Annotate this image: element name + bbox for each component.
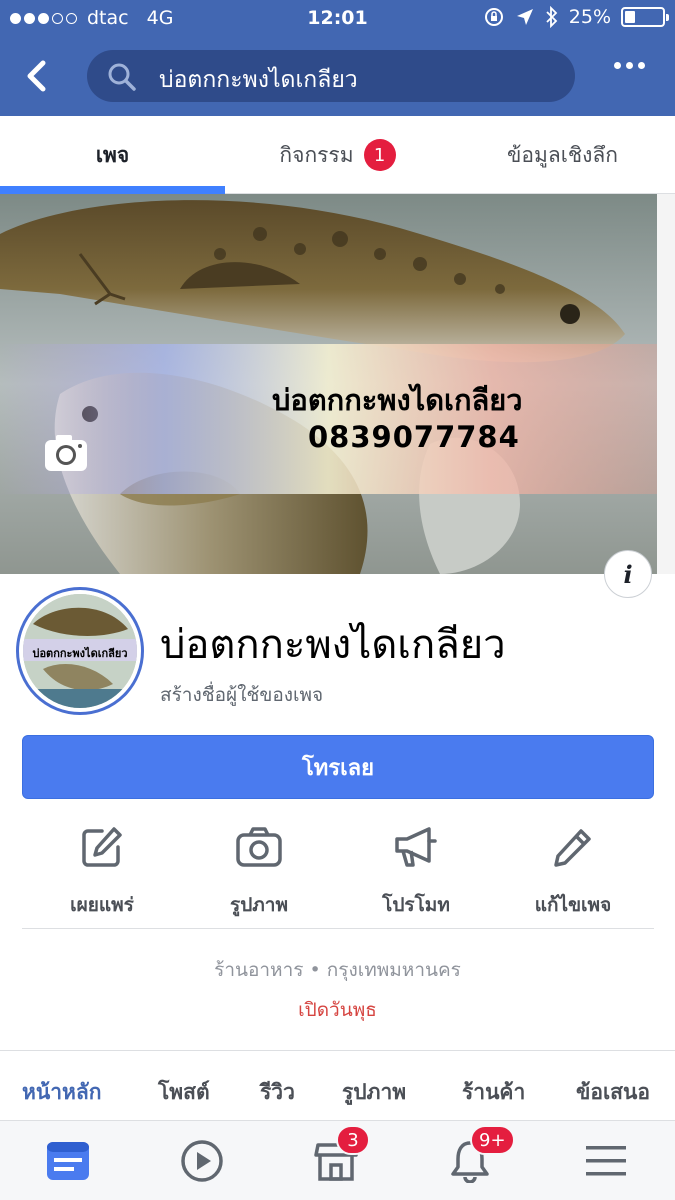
edit-page-label: แก้ไขเพจ — [534, 894, 612, 916]
news-feed-icon — [47, 1142, 89, 1180]
open-status: เปิดวันพุธ — [298, 999, 377, 1021]
notifications-tab[interactable]: 9+ — [444, 1125, 515, 1187]
tab-photos[interactable]: รูปภาพ — [342, 1076, 406, 1109]
pencil-icon — [554, 829, 591, 867]
category-location: ร้านอาหาร • กรุงเทพมหานคร — [214, 959, 461, 981]
chevron-left-icon — [27, 60, 46, 92]
tab-insights-label: ข้อมูลเชิงลึก — [507, 142, 618, 167]
marketplace-badge: 3 — [336, 1125, 370, 1155]
location-icon — [516, 9, 533, 25]
bluetooth-icon — [546, 6, 558, 28]
camera-icon[interactable] — [44, 434, 88, 472]
status-bar: dtac 4G 12:01 25% — [0, 0, 675, 40]
create-username-link[interactable]: สร้างชื่อผู้ใช้ของเพจ — [160, 680, 323, 710]
cover-edge — [657, 194, 675, 574]
divider — [22, 928, 654, 929]
page-admin-tabs: เพจ กิจกรรม 1 ข้อมูลเชิงลึก — [0, 116, 675, 194]
marketplace-tab[interactable]: 3 — [310, 1125, 370, 1187]
megaphone-icon — [395, 827, 437, 867]
notifications-badge: 9+ — [470, 1125, 515, 1155]
cover-photo[interactable]: บ่อตกกะพงไดเกลียว 0839077784 — [0, 194, 675, 574]
tab-insights[interactable]: ข้อมูลเชิงลึก — [450, 116, 675, 194]
tab-posts[interactable]: โพสต์ — [158, 1076, 210, 1109]
call-now-button[interactable]: โทรเลย — [22, 735, 654, 799]
publish-label: เผยแพร่ — [70, 894, 134, 916]
search-bar[interactable]: บ่อตกกะพงไดเกลียว — [87, 50, 575, 102]
more-options-button[interactable] — [614, 62, 645, 69]
active-tab-indicator — [0, 186, 225, 194]
battery-icon — [621, 7, 669, 27]
avatar[interactable]: บ่อตกกะพงไดเกลียว — [16, 587, 144, 715]
tab-home[interactable]: หน้าหลัก — [22, 1076, 101, 1109]
rotation-lock-icon — [484, 8, 503, 26]
cover-phone: 0839077784 — [308, 420, 520, 454]
info-button[interactable]: i — [604, 550, 652, 598]
divider — [0, 1050, 675, 1051]
promote-button[interactable]: โปรโมท — [336, 816, 496, 926]
tab-reviews[interactable]: รีวิว — [260, 1076, 295, 1109]
tab-page[interactable]: เพจ — [0, 116, 225, 194]
photo-button[interactable]: รูปภาพ — [179, 816, 339, 926]
news-feed-tab[interactable] — [42, 1135, 94, 1187]
page-title: บ่อตกกะพงไดเกลียว — [160, 622, 506, 668]
avatar-label: บ่อตกกะพงไดเกลียว — [32, 647, 128, 660]
camera-icon — [236, 827, 282, 867]
action-bar: เผยแพร่ รูปภาพ โปรโมท แก้ไขเพจ — [0, 816, 675, 926]
bottom-nav: 3 9+ — [0, 1121, 675, 1200]
search-text: บ่อตกกะพงไดเกลียว — [159, 67, 358, 93]
top-bar: dtac 4G 12:01 25% บ่อตกกะพงไดเกลียว — [0, 0, 675, 116]
tab-shop[interactable]: ร้านค้า — [462, 1076, 525, 1109]
info-icon: i — [623, 559, 633, 589]
promote-label: โปรโมท — [382, 894, 450, 916]
tab-activity-label: กิจกรรม — [279, 142, 354, 167]
tab-activity[interactable]: กิจกรรม 1 — [225, 116, 450, 194]
watch-tab[interactable] — [176, 1135, 228, 1187]
battery-label: 25% — [568, 6, 611, 28]
menu-tab[interactable] — [580, 1135, 632, 1187]
menu-icon — [586, 1146, 626, 1176]
play-icon — [181, 1140, 223, 1182]
cover-title: บ่อตกกะพงไดเกลียว — [272, 383, 523, 417]
activity-badge: 1 — [363, 139, 396, 171]
tab-page-label: เพจ — [95, 142, 130, 167]
tab-offers[interactable]: ข้อเสนอ — [576, 1076, 650, 1109]
edit-page-button[interactable]: แก้ไขเพจ — [493, 816, 653, 926]
back-button[interactable] — [18, 56, 54, 96]
photo-label: รูปภาพ — [230, 894, 288, 916]
page-section-tabs: หน้าหลัก โพสต์ รีวิว รูปภาพ ร้านค้า ข้อเ… — [0, 1060, 675, 1120]
edit-icon — [82, 827, 122, 867]
search-icon — [108, 63, 136, 91]
publish-button[interactable]: เผยแพร่ — [22, 816, 182, 926]
